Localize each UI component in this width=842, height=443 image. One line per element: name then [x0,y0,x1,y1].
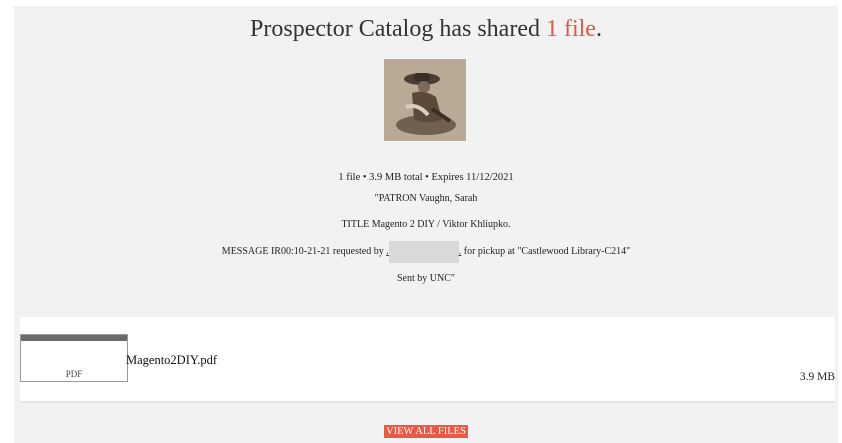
share-panel: Prospector Catalog has shared 1 file. 1 … [14,6,838,443]
patron-line: "PATRON Vaughn, Sarah [374,193,478,204]
headline-file-count: 1 file [545,16,596,42]
file-type-label: PDF [65,369,83,379]
file-size: 3.9 MB [799,371,835,383]
file-name[interactable]: Magento2DIY.pdf [126,353,217,368]
sender-photo [384,59,466,141]
share-headline: Prospector Catalog has shared 1 file. [14,16,838,43]
share-summary: 1 file • 3.9 MB total • Expires 11/12/20… [338,172,514,183]
file-thumbnail[interactable]: PDF [20,334,128,382]
message-text-before: MESSAGE IR00:10-21-21 requested by [221,246,387,257]
thumbnail-bar [21,335,127,341]
message-text-after: for pickup at "Castlewood Library-C214" [461,246,631,257]
view-all-files-button[interactable]: VIEW ALL FILES [384,425,468,438]
file-card[interactable]: PDF Magento2DIY.pdf 3.9 MB [20,317,835,403]
redacted-requester [388,240,459,263]
title-line: TITLE Magento 2 DIY / Viktor Khliupko. [341,219,511,230]
headline-prefix: Prospector Catalog has shared [250,16,546,42]
headline-suffix: . [595,16,602,42]
sent-by-line: Sent by UNC" [397,273,455,284]
view-all-container: VIEW ALL FILES [14,421,838,439]
prospector-photo-icon [384,59,466,141]
message-line: MESSAGE IR00:10-21-21 requested by .. fo… [14,240,838,263]
